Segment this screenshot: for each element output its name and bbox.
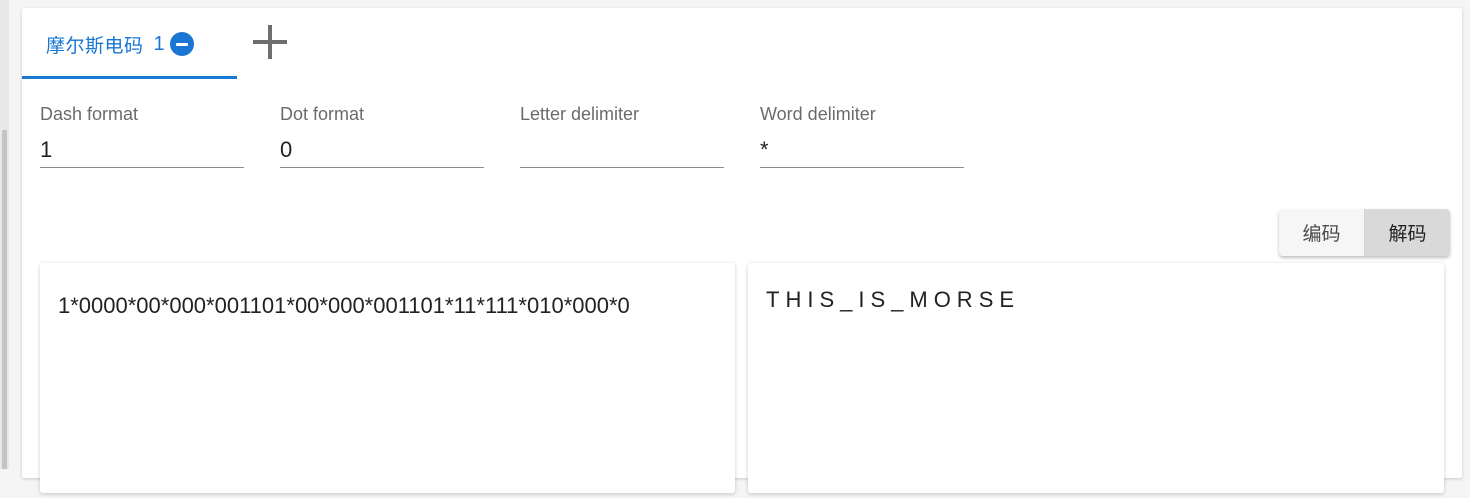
morse-input-textarea[interactable]: 1*0000*00*000*001101*00*000*001101*11*11…: [40, 263, 735, 493]
encode-button[interactable]: 编码: [1279, 209, 1364, 256]
decoded-output-text: THIS_IS_MORSE: [766, 287, 1021, 312]
decode-button[interactable]: 解码: [1364, 209, 1450, 256]
scrollbar-thumb[interactable]: [2, 130, 7, 469]
dash-format-label: Dash format: [40, 104, 139, 124]
tab-bar: 摩尔斯电码 1: [22, 8, 1462, 80]
scrollbar-track[interactable]: [0, 0, 9, 469]
word-delimiter-label: Word delimiter: [760, 104, 876, 124]
minus-circle-icon[interactable]: [169, 32, 194, 56]
dot-format-field: Dot format: [280, 104, 484, 172]
tab-number: 1: [153, 32, 165, 55]
dash-format-field: Dash format: [40, 104, 244, 172]
dot-format-label: Dot format: [280, 104, 365, 124]
tab-label: 摩尔斯电码: [46, 34, 144, 57]
word-delimiter-field: Word delimiter: [760, 104, 964, 172]
tab-morse-code[interactable]: 摩尔斯电码 1: [22, 8, 237, 80]
letter-delimiter-field: Letter delimiter: [520, 104, 724, 172]
letter-delimiter-input[interactable]: [520, 132, 724, 168]
plus-icon[interactable]: [250, 22, 290, 62]
dash-format-input[interactable]: [40, 132, 244, 168]
mode-toggle-group: 编码 解码: [1279, 209, 1450, 256]
output-panel: THIS_IS_MORSE: [748, 263, 1444, 493]
letter-delimiter-label: Letter delimiter: [520, 104, 640, 124]
input-panel: 1*0000*00*000*001101*00*000*001101*11*11…: [40, 263, 735, 493]
active-tab-indicator: [22, 76, 237, 79]
morse-tool-card: 摩尔斯电码 1 Dash format Dot format Letter de…: [22, 8, 1462, 493]
dot-format-input[interactable]: [280, 132, 484, 168]
word-delimiter-input[interactable]: [760, 132, 964, 168]
